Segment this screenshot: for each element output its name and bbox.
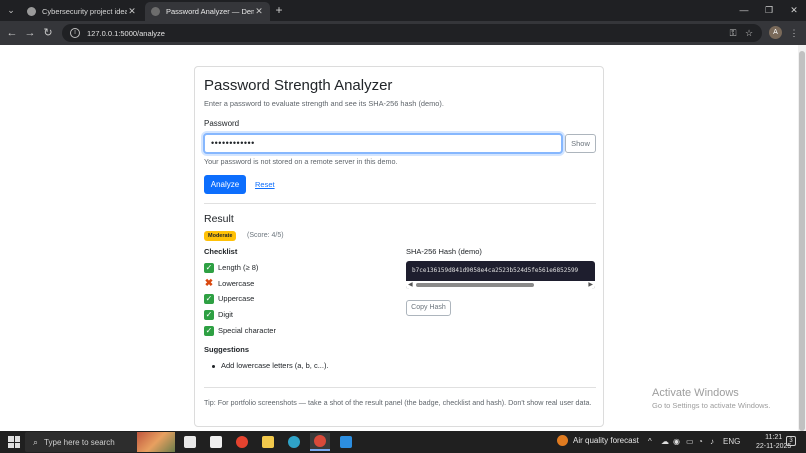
tab-cybersecurity[interactable]: Cybersecurity project ideas ✕ — [21, 2, 143, 21]
analyzer-card: Password Strength Analyzer Enter a passw… — [194, 66, 604, 427]
watermark-title: Activate Windows — [652, 387, 739, 399]
hash-value: b7ce136159d841d9058e4ca2523b524d5fe561e6… — [412, 267, 579, 274]
chatgpt-favicon-icon — [27, 7, 36, 16]
suggestions-heading: Suggestions — [204, 345, 250, 354]
strength-badge: Moderate — [204, 231, 237, 241]
address-bar[interactable]: i 127.0.0.1:5000/analyze — [62, 24, 762, 42]
mail-app-icon[interactable] — [206, 433, 226, 451]
page-scroll-thumb[interactable] — [799, 51, 805, 431]
search-icon: ⌕ — [33, 436, 39, 447]
wifi-icon[interactable]: ◔ — [698, 435, 703, 449]
notifications-icon[interactable]: 3 — [786, 436, 796, 446]
check-pass-icon: ✓ — [204, 325, 214, 336]
check-pass-icon: ✓ — [204, 309, 214, 320]
network-icon[interactable]: ▭ — [686, 435, 694, 449]
suggestion-item: Add lowercase letters (a, b, c...). — [212, 361, 329, 370]
windows-start-icon[interactable] — [8, 436, 20, 448]
tab-title: Password Analyzer — Demo — [166, 7, 254, 16]
checklist-item: ✖ Lowercase — [204, 278, 254, 289]
checklist-label: Digit — [218, 310, 234, 319]
windows-taskbar: ⌕ Type here to search Air quality foreca… — [0, 431, 806, 453]
scroll-right-icon[interactable]: ▶ — [588, 281, 593, 289]
activate-windows-watermark: Activate Windows Go to Settings to activ… — [652, 387, 770, 410]
show-hidden-icons-icon[interactable]: ^ — [648, 435, 652, 449]
privacy-note: Your password is not stored on a remote … — [204, 157, 398, 166]
suggestion-text: Add lowercase letters (a, b, c...). — [221, 361, 329, 370]
back-arrow-icon[interactable]: ← — [4, 25, 20, 41]
reload-icon[interactable]: ↻ — [40, 25, 56, 41]
url-text: 127.0.0.1:5000/analyze — [87, 28, 165, 38]
page-viewport: Password Strength Analyzer Enter a passw… — [0, 45, 806, 431]
chrome-app-icon[interactable] — [232, 433, 252, 451]
language-indicator[interactable]: ENG — [723, 435, 740, 449]
browser-toolbar: ← → ↻ i 127.0.0.1:5000/analyze ⚿ ☆ A ⋮ — [0, 21, 806, 45]
new-tab-icon[interactable]: + — [272, 3, 286, 17]
page-subtitle: Enter a password to evaluate strength an… — [204, 99, 444, 108]
tab-password-analyzer[interactable]: Password Analyzer — Demo ✕ — [145, 2, 270, 21]
copy-hash-button[interactable]: Copy Hash — [406, 300, 451, 316]
edge-app-icon[interactable] — [284, 433, 304, 451]
forward-arrow-icon[interactable]: → — [22, 25, 38, 41]
checklist-item: ✓ Uppercase — [204, 293, 254, 304]
scroll-thumb[interactable] — [416, 283, 534, 287]
minimize-icon[interactable]: — — [736, 3, 752, 17]
volume-icon[interactable]: ♪ — [710, 435, 714, 449]
checklist-label: Lowercase — [218, 279, 255, 288]
globe-favicon-icon — [151, 7, 160, 16]
tab-title: Cybersecurity project ideas — [42, 7, 127, 16]
show-password-button[interactable]: Show — [565, 134, 596, 153]
check-pass-icon: ✓ — [204, 262, 214, 273]
check-fail-icon: ✖ — [204, 277, 214, 289]
close-icon[interactable]: ✕ — [127, 6, 137, 17]
scroll-left-icon[interactable]: ◀ — [408, 281, 413, 289]
tip-text: Tip: For portfolio screenshots — take a … — [204, 398, 592, 407]
air-quality-label: Air quality forecast — [573, 436, 639, 445]
password-input[interactable]: •••••••••••• — [203, 133, 563, 154]
profile-avatar[interactable]: A — [769, 26, 782, 39]
checklist-label: Uppercase — [218, 294, 255, 303]
vscode-app-icon[interactable] — [336, 433, 356, 451]
store-app-icon[interactable] — [180, 433, 200, 451]
checklist-heading: Checklist — [204, 247, 238, 256]
check-pass-icon: ✓ — [204, 293, 214, 304]
chrome-active-app-icon[interactable] — [310, 433, 330, 451]
page-title: Password Strength Analyzer — [204, 77, 393, 94]
hash-display[interactable]: b7ce136159d841d9058e4ca2523b524d5fe561e6… — [406, 261, 595, 289]
tab-search-icon[interactable]: ⌄ — [4, 3, 18, 17]
hash-heading: SHA-256 Hash (demo) — [406, 247, 482, 256]
result-heading: Result — [204, 213, 234, 225]
bookmark-star-icon[interactable]: ☆ — [741, 25, 757, 41]
divider — [204, 203, 596, 204]
search-highlight-image — [137, 432, 175, 452]
checklist-label: Special character — [218, 326, 276, 335]
onedrive-icon[interactable]: ☁ — [661, 435, 669, 449]
browser-tab-bar: ⌄ Cybersecurity project ideas ✕ Password… — [0, 0, 806, 21]
checklist-item: ✓ Special character — [204, 325, 276, 336]
checklist-item: ✓ Length (≥ 8) — [204, 262, 258, 273]
password-label: Password — [204, 119, 240, 128]
air-quality-widget[interactable]: Air quality forecast — [557, 435, 639, 446]
bullet-icon — [212, 364, 215, 368]
checklist-item: ✓ Digit — [204, 309, 233, 320]
browser-menu-icon[interactable]: ⋮ — [786, 25, 802, 41]
page-scrollbar[interactable] — [798, 45, 806, 431]
analyze-button[interactable]: Analyze — [204, 175, 246, 194]
watermark-subtitle: Go to Settings to activate Windows. — [652, 401, 771, 410]
taskbar-search[interactable]: ⌕ Type here to search — [25, 432, 175, 452]
security-icon[interactable]: ◉ — [673, 435, 680, 449]
air-quality-icon — [557, 435, 568, 446]
checklist-label: Length (≥ 8) — [218, 263, 259, 272]
score-text: (Score: 4/5) — [247, 232, 284, 239]
search-placeholder: Type here to search — [44, 437, 115, 447]
password-key-icon[interactable]: ⚿ — [725, 25, 741, 41]
divider — [204, 387, 596, 388]
restore-icon[interactable]: ❐ — [761, 3, 777, 17]
file-explorer-icon[interactable] — [258, 433, 278, 451]
window-close-icon[interactable]: ✕ — [786, 3, 802, 17]
close-icon[interactable]: ✕ — [254, 6, 264, 17]
reset-link[interactable]: Reset — [255, 180, 275, 189]
site-info-icon[interactable]: i — [70, 28, 80, 38]
hash-scrollbar[interactable]: ◀ ▶ — [406, 281, 595, 289]
